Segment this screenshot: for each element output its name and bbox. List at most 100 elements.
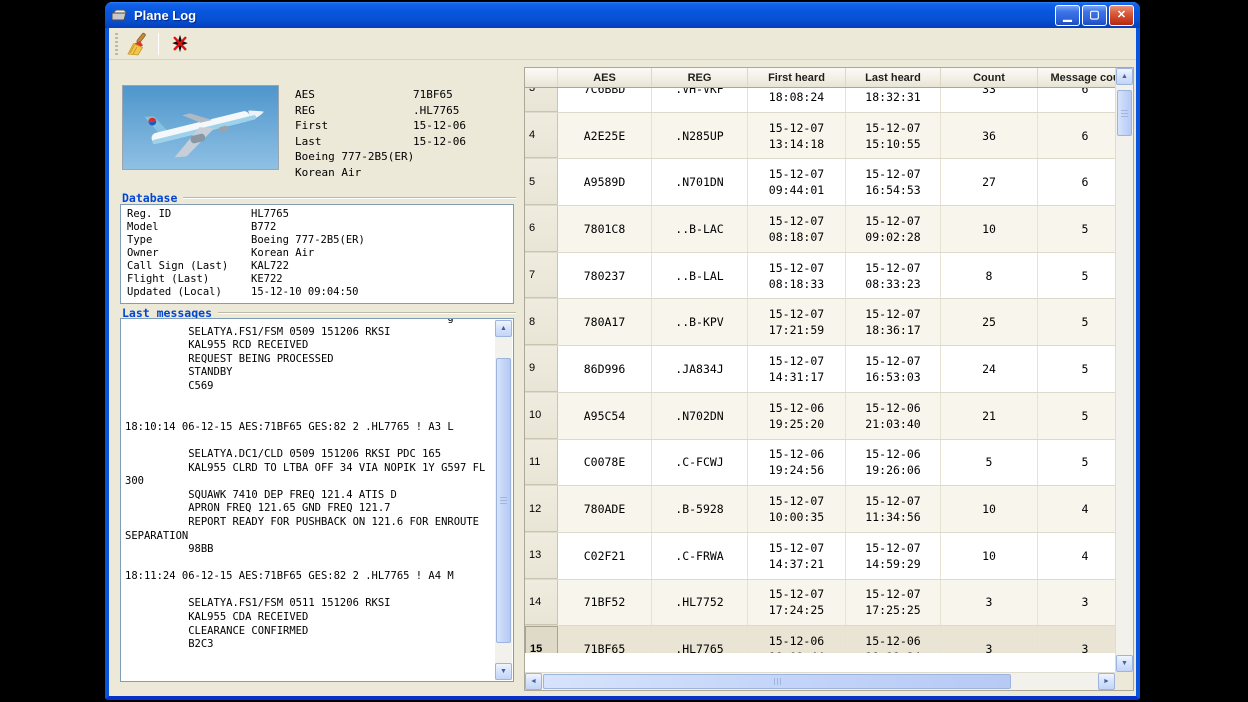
message-count-cell[interactable]: 5 (1038, 393, 1115, 439)
row-number-cell[interactable]: 10 (525, 393, 558, 439)
row-number-cell[interactable]: 7 (525, 253, 558, 299)
first-heard-cell[interactable]: 15-12-0708:18:33 (748, 253, 846, 299)
aes-cell[interactable]: 780A17 (558, 299, 652, 345)
last-heard-cell[interactable]: 15-12-0709:02:28 (846, 206, 941, 252)
table-row[interactable]: 7780237..B-LAL15-12-0708:18:3315-12-0708… (525, 253, 1115, 300)
count-cell[interactable]: 10 (941, 533, 1038, 579)
table-scroll-down-arrow[interactable]: ▼ (1116, 655, 1133, 672)
message-count-cell[interactable]: 5 (1038, 299, 1115, 345)
column-header-last-heard[interactable]: Last heard (846, 68, 941, 87)
first-heard-cell[interactable]: 15-12-0717:21:59 (748, 299, 846, 345)
first-heard-cell[interactable]: 15-12-0709:44:01 (748, 159, 846, 205)
aes-cell[interactable]: C0078E (558, 440, 652, 486)
table-row[interactable]: 1571BF65.HL776515-12-0618:09:4415-12-061… (525, 626, 1115, 653)
table-horizontal-scrollbar[interactable]: ◄ ► (525, 672, 1115, 690)
aes-cell[interactable]: 71BF52 (558, 580, 652, 626)
last-heard-cell[interactable]: 15-12-0708:33:23 (846, 253, 941, 299)
message-count-cell[interactable]: 6 (1038, 88, 1115, 112)
count-cell[interactable]: 8 (941, 253, 1038, 299)
table-row[interactable]: 67801C8..B-LAC15-12-0708:18:0715-12-0709… (525, 206, 1115, 253)
first-heard-cell[interactable]: 15-12-0618:09:44 (748, 626, 846, 653)
row-number-cell[interactable]: 4 (525, 113, 558, 159)
table-row[interactable]: 11C0078E.C-FCWJ15-12-0619:24:5615-12-061… (525, 440, 1115, 487)
table-row[interactable]: 5A9589D.N701DN15-12-0709:44:0115-12-0716… (525, 159, 1115, 206)
table-hscroll-thumb[interactable] (543, 674, 1011, 689)
message-count-cell[interactable]: 4 (1038, 486, 1115, 532)
last-heard-cell[interactable]: 15-12-0718:32:31 (846, 88, 941, 112)
reg-cell[interactable]: .C-FRWA (652, 533, 748, 579)
reg-cell[interactable]: .VH-VKF (652, 88, 748, 112)
last-heard-cell[interactable]: 15-12-0715:10:55 (846, 113, 941, 159)
row-number-cell[interactable]: 3 (525, 88, 558, 112)
messages-scroll-up-arrow[interactable]: ▲ (495, 320, 512, 337)
reg-cell[interactable]: .HL7752 (652, 580, 748, 626)
messages-scroll-down-arrow[interactable]: ▼ (495, 663, 512, 680)
aes-cell[interactable]: C02F21 (558, 533, 652, 579)
last-messages-box[interactable]: g SELATYA.FS1/FSM 0509 151206 RKSI KAL95… (120, 318, 514, 682)
minimize-button[interactable]: ▁ (1055, 5, 1080, 26)
table-scroll-up-arrow[interactable]: ▲ (1116, 68, 1133, 85)
row-number-cell[interactable]: 13 (525, 533, 558, 579)
row-number-cell[interactable]: 9 (525, 346, 558, 392)
table-row[interactable]: 1471BF52.HL775215-12-0717:24:2515-12-071… (525, 580, 1115, 627)
row-number-cell[interactable]: 15 (525, 626, 558, 653)
message-count-cell[interactable]: 4 (1038, 533, 1115, 579)
table-vscroll-thumb[interactable] (1117, 90, 1132, 136)
first-heard-cell[interactable]: 15-12-0618:08:24 (748, 88, 846, 112)
aes-cell[interactable]: 780237 (558, 253, 652, 299)
message-count-cell[interactable]: 5 (1038, 206, 1115, 252)
clean-log-button[interactable] (123, 31, 151, 57)
reg-cell[interactable]: .N285UP (652, 113, 748, 159)
close-button[interactable]: ✕ (1109, 5, 1134, 26)
table-row[interactable]: 37C6BBD.VH-VKF15-12-0618:08:2415-12-0718… (525, 88, 1115, 113)
count-cell[interactable]: 24 (941, 346, 1038, 392)
aes-cell[interactable]: 7801C8 (558, 206, 652, 252)
reg-cell[interactable]: ..B-LAC (652, 206, 748, 252)
table-row[interactable]: 8780A17..B-KPV15-12-0717:21:5915-12-0718… (525, 299, 1115, 346)
first-heard-cell[interactable]: 15-12-0710:00:35 (748, 486, 846, 532)
table-row[interactable]: 986D996.JA834J15-12-0714:31:1715-12-0716… (525, 346, 1115, 393)
toolbar-gripper[interactable] (115, 33, 118, 55)
first-heard-cell[interactable]: 15-12-0713:14:18 (748, 113, 846, 159)
messages-scroll-thumb[interactable] (496, 358, 511, 643)
delete-plane-button[interactable] (166, 31, 194, 57)
reg-cell[interactable]: .JA834J (652, 346, 748, 392)
reg-cell[interactable]: .N701DN (652, 159, 748, 205)
message-count-cell[interactable]: 3 (1038, 580, 1115, 626)
titlebar[interactable]: Plane Log ▁ ▢ ✕ (105, 2, 1140, 28)
count-cell[interactable]: 10 (941, 486, 1038, 532)
reg-cell[interactable]: .HL7765 (652, 626, 748, 653)
first-heard-cell[interactable]: 15-12-0708:18:07 (748, 206, 846, 252)
aes-cell[interactable]: 71BF65 (558, 626, 652, 653)
message-count-cell[interactable]: 3 (1038, 626, 1115, 653)
column-header-first-heard[interactable]: First heard (748, 68, 846, 87)
table-scroll-right-arrow[interactable]: ► (1098, 673, 1115, 690)
message-count-cell[interactable]: 5 (1038, 253, 1115, 299)
column-header-count[interactable]: Count (941, 68, 1038, 87)
message-count-cell[interactable]: 5 (1038, 346, 1115, 392)
column-header-reg[interactable]: REG (652, 68, 748, 87)
count-cell[interactable]: 25 (941, 299, 1038, 345)
row-number-cell[interactable]: 11 (525, 440, 558, 486)
message-count-cell[interactable]: 6 (1038, 113, 1115, 159)
table-row[interactable]: 12780ADE.B-592815-12-0710:00:3515-12-071… (525, 486, 1115, 533)
count-cell[interactable]: 10 (941, 206, 1038, 252)
messages-vertical-scrollbar[interactable]: ▲ ▼ (495, 320, 512, 680)
count-cell[interactable]: 21 (941, 393, 1038, 439)
last-heard-cell[interactable]: 15-12-0621:03:40 (846, 393, 941, 439)
aes-cell[interactable]: A2E25E (558, 113, 652, 159)
first-heard-cell[interactable]: 15-12-0619:25:20 (748, 393, 846, 439)
last-heard-cell[interactable]: 15-12-0711:34:56 (846, 486, 941, 532)
table-row[interactable]: 10A95C54.N702DN15-12-0619:25:2015-12-062… (525, 393, 1115, 440)
count-cell[interactable]: 5 (941, 440, 1038, 486)
aes-cell[interactable]: 86D996 (558, 346, 652, 392)
aes-cell[interactable]: A9589D (558, 159, 652, 205)
count-cell[interactable]: 27 (941, 159, 1038, 205)
first-heard-cell[interactable]: 15-12-0717:24:25 (748, 580, 846, 626)
reg-cell[interactable]: .C-FCWJ (652, 440, 748, 486)
count-cell[interactable]: 3 (941, 580, 1038, 626)
table-row[interactable]: 4A2E25E.N285UP15-12-0713:14:1815-12-0715… (525, 113, 1115, 160)
first-heard-cell[interactable]: 15-12-0619:24:56 (748, 440, 846, 486)
row-number-cell[interactable]: 14 (525, 580, 558, 626)
aes-cell[interactable]: 7C6BBD (558, 88, 652, 112)
